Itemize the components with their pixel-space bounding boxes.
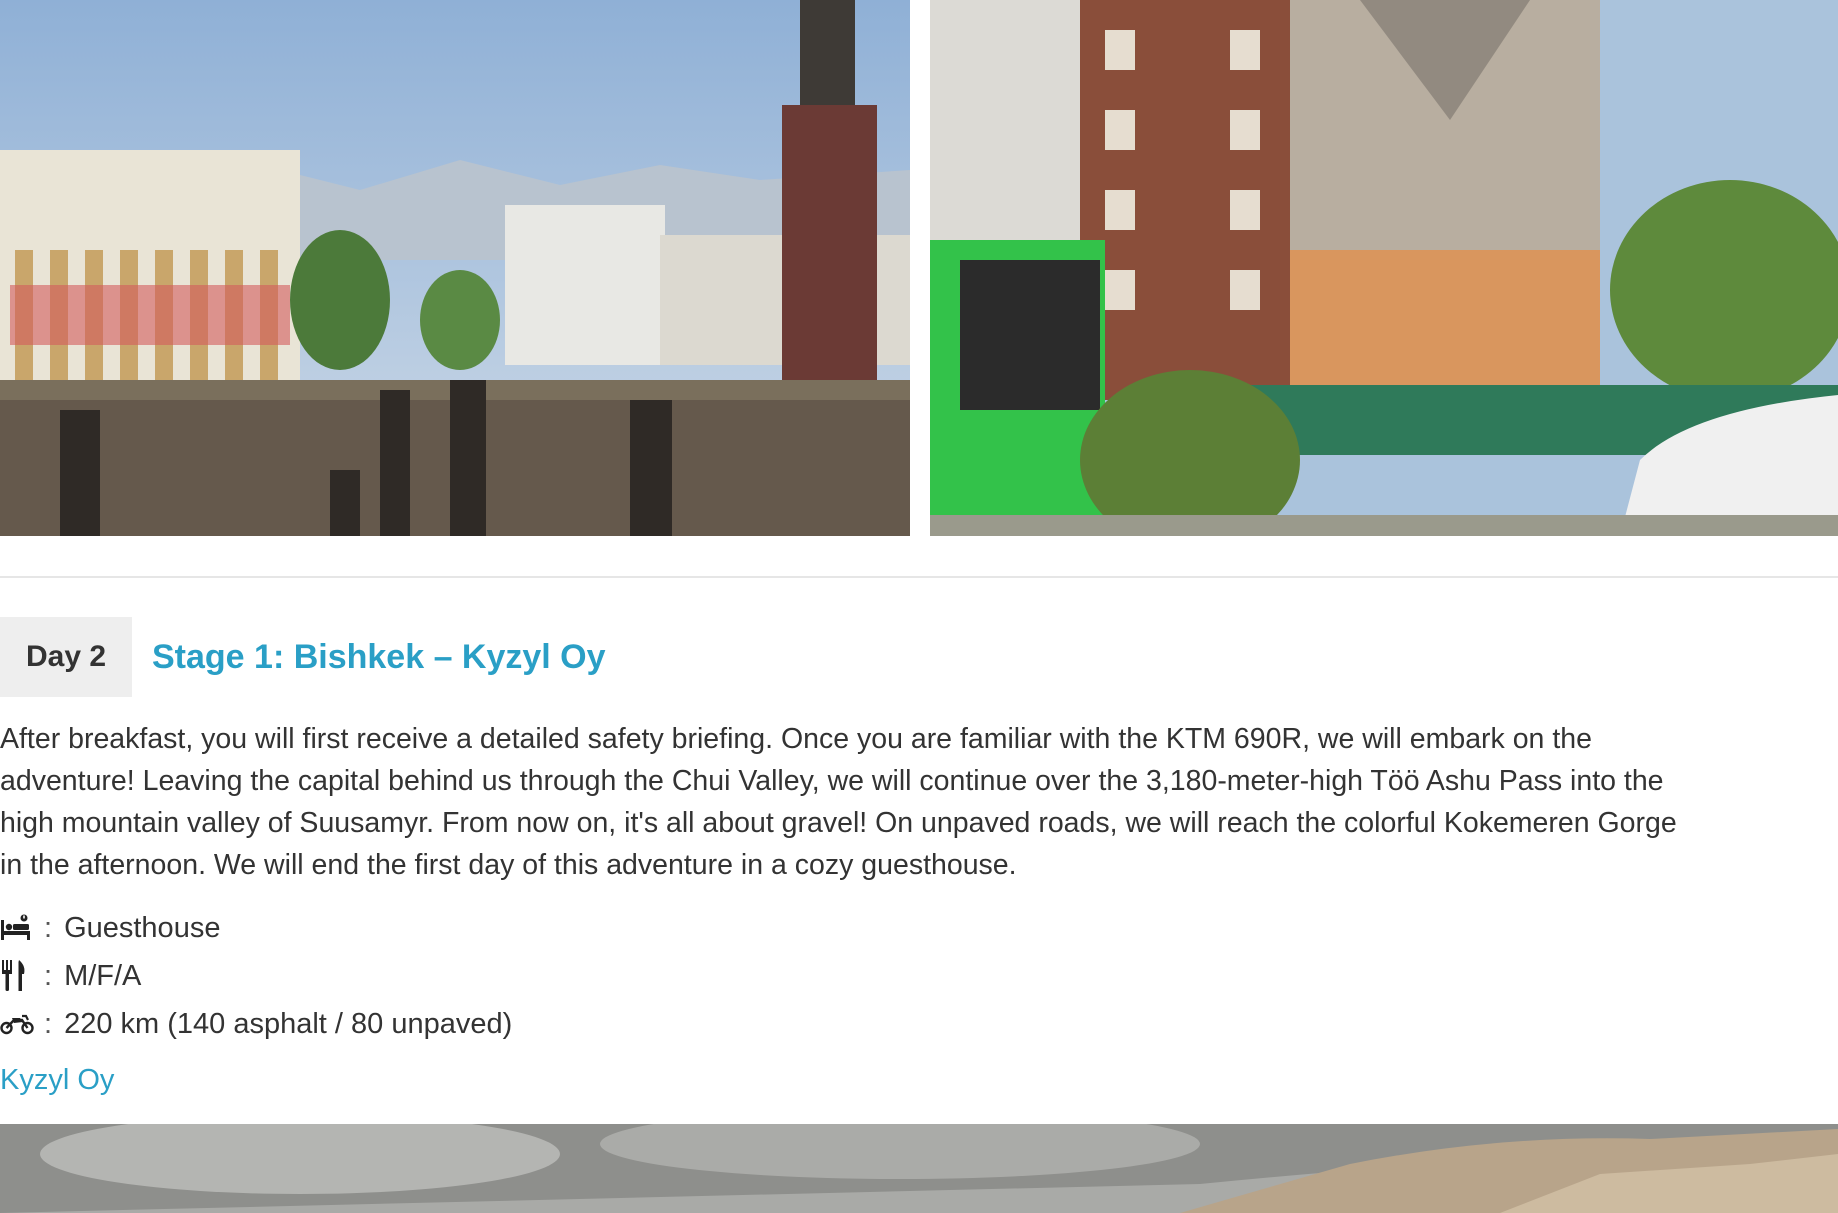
meals-value: M/F/A xyxy=(64,959,142,992)
accommodation-row: : Guesthouse xyxy=(0,904,512,952)
place-link-kyzyl-oy[interactable]: Kyzyl Oy xyxy=(0,1064,114,1097)
stage-title: Stage 1: Bishkek – Kyzyl Oy xyxy=(152,637,606,676)
accommodation-value: Guesthouse xyxy=(64,911,221,944)
day-header: Day 2 Stage 1: Bishkek – Kyzyl Oy xyxy=(0,617,606,697)
day-description: After breakfast, you will first receive … xyxy=(0,723,1677,881)
motorcycle-icon xyxy=(0,1006,36,1042)
photo-gallery xyxy=(0,0,1838,536)
bed-icon xyxy=(0,910,36,946)
section-divider xyxy=(0,576,1838,578)
distance-row: : 220 km (140 asphalt / 80 unpaved) xyxy=(0,1000,512,1048)
photo-bishkek-square[interactable] xyxy=(0,0,910,536)
photo-kyzyl-oy[interactable] xyxy=(0,1124,1838,1213)
utensils-icon xyxy=(0,958,36,994)
day-info-list: : Guesthouse : M/F/A : 220 km (140 aspha… xyxy=(0,904,512,1048)
meals-row: : M/F/A xyxy=(0,952,512,1000)
info-separator: : xyxy=(44,1007,53,1040)
distance-value: 220 km (140 asphalt / 80 unpaved) xyxy=(64,1007,513,1040)
day-badge: Day 2 xyxy=(0,617,132,697)
info-separator: : xyxy=(44,911,53,944)
photo-kyzyl-oy-image xyxy=(0,1124,1838,1213)
photo-bishkek-mural[interactable] xyxy=(930,0,1838,536)
photo-bishkek-mural-image xyxy=(930,0,1838,536)
info-separator: : xyxy=(44,959,53,992)
photo-bishkek-square-image xyxy=(0,0,910,536)
